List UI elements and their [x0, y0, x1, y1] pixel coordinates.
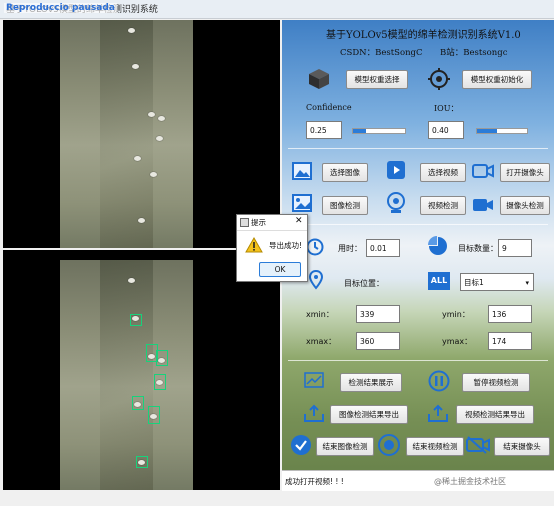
- record-stop-icon: [378, 434, 400, 456]
- select-image-button[interactable]: 选择图像: [322, 163, 368, 182]
- camera-detect-button[interactable]: 摄像头检测: [500, 196, 550, 215]
- open-camera-button[interactable]: 打开摄像头: [500, 163, 550, 182]
- detection-video-panel: [3, 250, 280, 490]
- webcam-icon: [387, 192, 405, 213]
- end-camera-button[interactable]: 结束摄像头: [494, 437, 550, 456]
- confidence-slider-fill: [353, 129, 366, 133]
- window-titlebar: 基于YOLOv5模型的绵羊检测识别系统 Reproduccio pausada: [0, 0, 554, 19]
- sheep: [134, 156, 141, 161]
- app-window-icon: [240, 218, 249, 227]
- divider: [288, 148, 548, 149]
- detection-box: [130, 314, 142, 326]
- clock-icon: [306, 238, 324, 256]
- watermark: @稀土掘金技术社区: [434, 477, 506, 486]
- iou-spinbox[interactable]: 0.40: [428, 121, 464, 139]
- recording-overlay-label: Reproduccio pausada: [4, 3, 117, 13]
- dialog-title: 提示: [251, 218, 266, 227]
- check-circle-icon: [291, 435, 311, 455]
- target-select-dropdown[interactable]: 目标1 ▾: [460, 273, 534, 291]
- location-pin-icon: [308, 270, 324, 290]
- target-icon: [428, 68, 450, 90]
- dialog-ok-button[interactable]: OK: [259, 262, 301, 277]
- pie-chart-icon: [428, 236, 447, 255]
- sheep: [156, 136, 163, 141]
- video-icon: [387, 161, 405, 179]
- iou-slider-fill: [477, 129, 497, 133]
- camera-icon: [472, 164, 494, 178]
- confidence-spinbox[interactable]: 0.25: [306, 121, 342, 139]
- xmax-label: xmax：: [306, 337, 337, 346]
- message-dialog: 提示 ✕ 导出成功! OK: [236, 214, 308, 282]
- csdn-label: CSDN：BestSongC: [340, 48, 423, 58]
- pasture-field-image: [60, 20, 193, 248]
- confidence-slider[interactable]: [352, 128, 406, 134]
- detection-box: [148, 406, 160, 424]
- close-icon[interactable]: ✕: [295, 216, 303, 226]
- sheep: [138, 218, 145, 223]
- select-video-button[interactable]: 选择视频: [420, 163, 466, 182]
- end-image-detect-button[interactable]: 结束图像检测: [316, 437, 374, 456]
- target-position-label: 目标位置：: [344, 279, 384, 288]
- image-detect-button[interactable]: 图像检测: [322, 196, 368, 215]
- sheep: [128, 278, 135, 283]
- ymin-value: 136: [488, 305, 532, 323]
- target-count-value: 9: [498, 239, 532, 257]
- ymax-value: 174: [488, 332, 532, 350]
- detection-box: [136, 456, 148, 468]
- chevron-down-icon: ▾: [525, 279, 529, 287]
- bilibili-label: B站：Bestsongc: [440, 48, 508, 58]
- status-bar: 成功打开视频! ! ! @稀土掘金技术社区: [282, 470, 554, 491]
- video-detect-button[interactable]: 视频检测: [420, 196, 466, 215]
- detection-box: [156, 350, 168, 366]
- pause-video-button[interactable]: 暂停视频检测: [462, 373, 530, 392]
- sheep: [158, 116, 165, 121]
- show-results-button[interactable]: 检测结果展示: [340, 373, 402, 392]
- image-icon: [292, 162, 312, 180]
- time-value: 0.01: [366, 239, 400, 257]
- all-badge-icon: ALL: [428, 272, 450, 290]
- export-video-results-button[interactable]: 视频检测结果导出: [456, 405, 534, 424]
- model-weight-select-button[interactable]: 模型权重选择: [346, 70, 408, 89]
- status-text: 成功打开视频! ! !: [285, 477, 344, 486]
- line-chart-icon: [304, 372, 324, 388]
- end-video-detect-button[interactable]: 结束视频检测: [406, 437, 464, 456]
- confidence-label: Confidence: [306, 103, 352, 112]
- time-label: 用时：: [338, 244, 362, 253]
- target-count-label: 目标数量：: [458, 244, 498, 253]
- export-image-icon: [304, 404, 324, 422]
- xmin-value: 339: [356, 305, 400, 323]
- ymin-label: ymin：: [442, 310, 470, 319]
- xmax-value: 360: [356, 332, 400, 350]
- pause-icon: [428, 370, 450, 392]
- iou-slider[interactable]: [476, 128, 528, 134]
- image-detect-icon: [292, 194, 312, 212]
- export-video-icon: [428, 404, 448, 422]
- control-panel: 基于YOLOv5模型的绵羊检测识别系统V1.0 CSDN：BestSongC B…: [282, 20, 554, 490]
- pasture-field-image: [60, 260, 193, 490]
- warning-icon: [245, 237, 263, 253]
- sheep: [128, 28, 135, 33]
- xmin-label: xmin：: [306, 310, 334, 319]
- camera-detect-icon: [473, 199, 493, 211]
- cube-icon: [309, 69, 329, 89]
- ymax-label: ymax：: [442, 337, 473, 346]
- divider: [288, 360, 548, 361]
- target-select-value: 目标1: [464, 278, 484, 287]
- dialog-titlebar: 提示 ✕: [237, 215, 307, 231]
- sheep: [132, 64, 139, 69]
- camera-off-icon: [466, 436, 490, 454]
- iou-label: IOU：: [434, 104, 459, 113]
- detection-box: [132, 396, 144, 410]
- dialog-message: 导出成功!: [269, 241, 303, 250]
- detection-box: [154, 374, 166, 390]
- export-image-results-button[interactable]: 图像检测结果导出: [330, 405, 408, 424]
- model-weight-init-button[interactable]: 模型权重初始化: [462, 70, 532, 89]
- divider: [288, 224, 548, 225]
- sheep: [150, 172, 157, 177]
- app-title: 基于YOLOv5模型的绵羊检测识别系统V1.0: [326, 30, 521, 41]
- sheep: [148, 112, 155, 117]
